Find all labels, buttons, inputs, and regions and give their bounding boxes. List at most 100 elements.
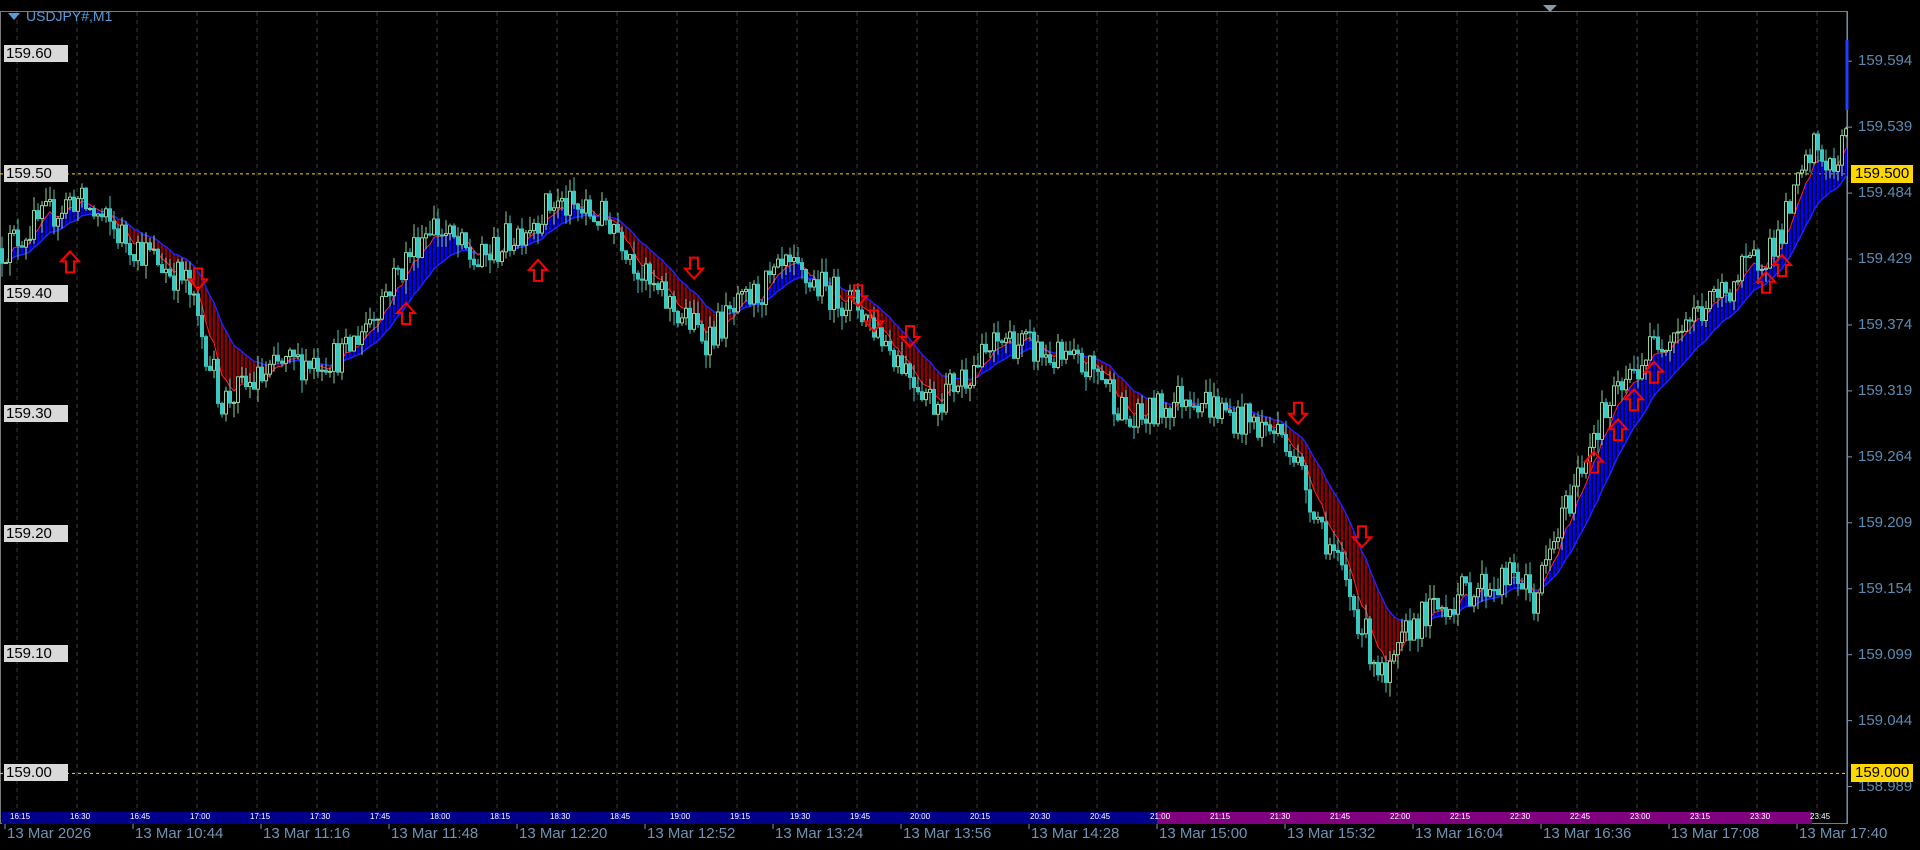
candle	[1056, 333, 1060, 370]
candle	[1432, 585, 1436, 613]
candle	[1288, 444, 1292, 465]
candle-body	[1064, 350, 1068, 360]
candle-body	[652, 283, 656, 286]
candle-body	[448, 225, 452, 235]
candle	[808, 278, 812, 292]
candle-body	[604, 200, 608, 221]
candle	[1148, 397, 1152, 435]
candle	[1572, 473, 1576, 521]
candle-body	[1844, 128, 1848, 137]
candle	[1340, 542, 1344, 571]
candle-body	[168, 268, 172, 277]
candle-body	[644, 263, 648, 281]
server-time-label: 22:30	[1510, 812, 1531, 821]
candle	[1684, 312, 1688, 332]
candle	[840, 301, 844, 330]
candle-body	[1288, 450, 1292, 457]
candle	[1212, 382, 1216, 427]
candle-body	[912, 376, 916, 388]
candle-body	[520, 228, 524, 246]
candle-body	[56, 217, 60, 227]
candle-body	[884, 340, 888, 347]
candle	[1360, 628, 1364, 648]
candle-body	[1388, 660, 1392, 683]
candle-body	[1244, 403, 1248, 435]
candle-body	[628, 254, 632, 260]
candle-body	[832, 276, 836, 311]
candle-body	[0, 248, 4, 264]
candle	[180, 257, 184, 285]
candle	[860, 306, 864, 327]
candle-body	[1336, 550, 1340, 553]
candle-body	[180, 261, 184, 281]
candle	[984, 332, 988, 355]
candle-body	[1196, 405, 1200, 413]
candle	[236, 376, 240, 414]
candle-body	[728, 305, 732, 309]
candle-body	[760, 302, 764, 305]
candle-body	[772, 266, 776, 276]
candle	[496, 228, 500, 268]
candle-body	[748, 288, 752, 305]
candle-body	[1344, 564, 1348, 580]
time-axis-label: 13 Mar 13:24	[775, 825, 864, 842]
candle-body	[300, 354, 304, 381]
candle-body	[708, 326, 712, 356]
candle-body	[1692, 307, 1696, 322]
dropdown-triangle-icon[interactable]	[8, 12, 20, 20]
candle-body	[1056, 341, 1060, 368]
candle-body	[1136, 403, 1140, 428]
candle	[520, 218, 524, 255]
candle-body	[1628, 368, 1632, 380]
candle-body	[1764, 267, 1768, 270]
candle-body	[1548, 548, 1552, 561]
candle	[1188, 391, 1192, 419]
candle-body	[1440, 607, 1444, 610]
candle-body	[132, 254, 136, 262]
candle-body	[32, 210, 36, 240]
price-chart[interactable]	[0, 0, 1920, 850]
chart-window[interactable]: USDJPY#,M1 159.60 159.50 159.40 159.30 159.2…	[0, 0, 1920, 850]
candle-body	[416, 237, 420, 258]
candle	[844, 302, 848, 323]
candle-body	[436, 218, 440, 236]
candle-body	[1668, 341, 1672, 351]
fast-ma-line	[1, 148, 1847, 662]
candle-body	[1472, 596, 1476, 607]
candle-body	[24, 239, 28, 248]
candle-body	[228, 390, 232, 404]
chart-title[interactable]: USDJPY#,M1	[8, 8, 112, 24]
candle	[1792, 184, 1796, 214]
candle	[1112, 372, 1116, 427]
candle	[1208, 378, 1212, 424]
server-time-label: 22:15	[1450, 812, 1471, 821]
candle-body	[1384, 662, 1388, 683]
candle-body	[1376, 661, 1380, 676]
candle	[1160, 389, 1164, 424]
candle-body	[1140, 403, 1144, 420]
candle-body	[244, 375, 248, 388]
candle-body	[240, 375, 244, 378]
candle-body	[456, 236, 460, 246]
candle-body	[988, 350, 992, 353]
candle-body	[148, 242, 152, 251]
candle-body	[116, 228, 120, 244]
candle-body	[824, 271, 828, 287]
candle-body	[1060, 341, 1064, 360]
candle	[1216, 388, 1220, 423]
candle-body	[48, 199, 52, 202]
candle	[1088, 355, 1092, 381]
candle	[1500, 564, 1504, 605]
candle-body	[1264, 421, 1268, 426]
candle-body	[648, 263, 652, 285]
candle-body	[176, 261, 180, 291]
arrow-up-icon	[58, 249, 82, 274]
candle-body	[136, 241, 140, 262]
candle-body	[1296, 456, 1300, 463]
candle-body	[740, 291, 744, 295]
candle-body	[1256, 416, 1260, 438]
candle-body	[880, 327, 884, 347]
candle	[1248, 402, 1252, 434]
candle-body	[1568, 495, 1572, 514]
candle	[212, 350, 216, 379]
